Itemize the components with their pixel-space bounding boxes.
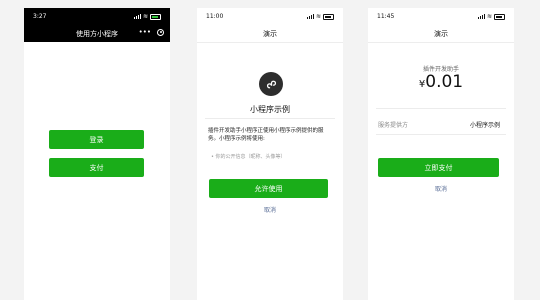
status-time: 11:00 bbox=[206, 13, 224, 20]
permission-item: • 你的公开信息（昵称、头像等） bbox=[211, 154, 286, 160]
signal-icon bbox=[477, 14, 485, 19]
login-button[interactable]: 登录 bbox=[49, 130, 144, 149]
pay-now-button[interactable]: 立即支付 bbox=[378, 158, 499, 177]
amount-value: 0.01 bbox=[425, 72, 464, 92]
capsule-menu: ••• bbox=[139, 28, 164, 36]
status-bar: 11:45 ≋ bbox=[368, 8, 514, 25]
mini-program-glyph-icon bbox=[266, 80, 276, 88]
status-time: 11:45 bbox=[377, 13, 395, 20]
battery-icon bbox=[323, 13, 334, 20]
status-bar: 11:00 ≋ bbox=[197, 8, 343, 25]
divider bbox=[205, 118, 335, 119]
close-target-icon[interactable] bbox=[157, 28, 164, 36]
signal-icon bbox=[306, 14, 314, 19]
divider bbox=[376, 108, 506, 109]
payment-amount: ¥0.01 bbox=[368, 72, 514, 92]
status-time: 3:27 bbox=[33, 13, 47, 20]
phone-screen-user-miniprogram: 3:27 ≋ 使用方小程序 ••• 登录 支付 bbox=[24, 8, 170, 300]
nav-bar: 演示 bbox=[368, 25, 514, 43]
authorization-description: 插件开发助手小程序正使用小程序示例提供的服务。小程序示例将使用: bbox=[208, 128, 324, 142]
more-icon[interactable]: ••• bbox=[139, 28, 151, 36]
provider-value: 小程序示例 bbox=[469, 122, 500, 129]
app-name: 小程序示例 bbox=[250, 105, 290, 114]
allow-button[interactable]: 允许使用 bbox=[209, 179, 328, 198]
provider-label: 服务提供方 bbox=[378, 122, 409, 129]
wifi-icon: ≋ bbox=[315, 12, 321, 20]
battery-icon bbox=[494, 13, 505, 20]
status-bar: 3:27 ≋ bbox=[24, 8, 170, 25]
status-icons: ≋ bbox=[477, 12, 505, 20]
divider bbox=[376, 134, 506, 135]
phone-screen-authorize: 11:00 ≋ 演示 小程序示例 插件开发助手小程序正使用小程序示例提供的服务。… bbox=[197, 8, 343, 300]
cancel-link[interactable]: 取消 bbox=[197, 205, 343, 214]
status-icons: ≋ bbox=[306, 12, 334, 20]
signal-icon bbox=[133, 14, 141, 19]
page-title: 使用方小程序 bbox=[76, 29, 118, 38]
phone-screen-payment: 11:45 ≋ 演示 插件开发助手 ¥0.01 服务提供方 小程序示例 立即支付… bbox=[368, 8, 514, 300]
nav-bar: 使用方小程序 ••• bbox=[24, 25, 170, 42]
page-title: 演示 bbox=[263, 29, 277, 38]
mini-program-icon bbox=[259, 72, 283, 96]
status-icons: ≋ bbox=[133, 12, 161, 20]
cancel-link[interactable]: 取消 bbox=[368, 184, 514, 193]
page-title: 演示 bbox=[434, 29, 448, 38]
battery-icon bbox=[150, 13, 161, 20]
wifi-icon: ≋ bbox=[142, 12, 148, 20]
pay-button[interactable]: 支付 bbox=[49, 158, 144, 177]
nav-bar: 演示 bbox=[197, 25, 343, 43]
wifi-icon: ≋ bbox=[486, 12, 492, 20]
